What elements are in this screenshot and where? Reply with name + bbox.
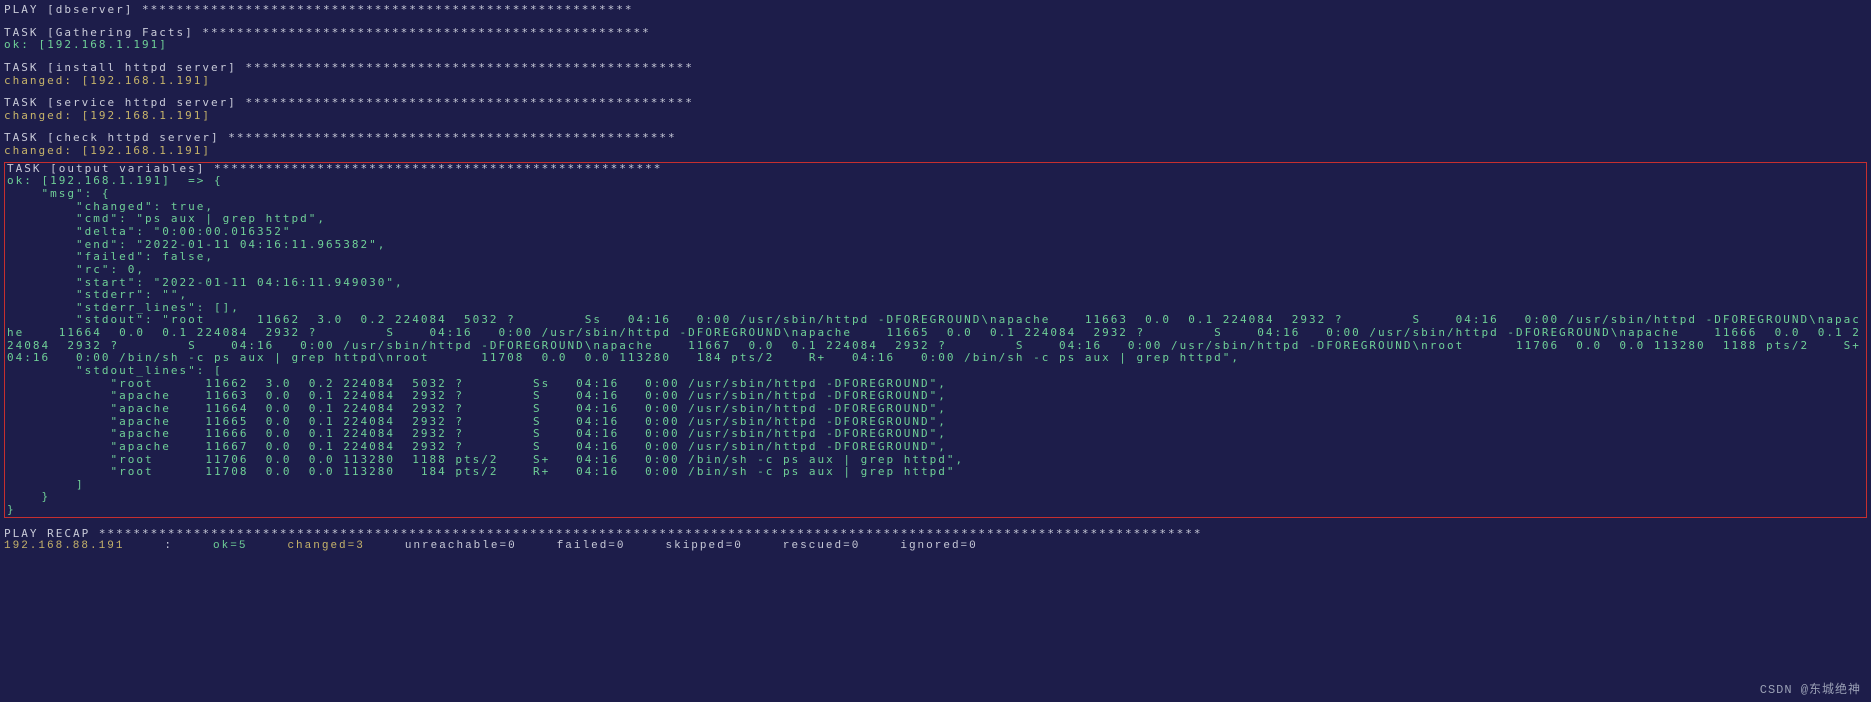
task-install-result: changed: [192.168.1.191]	[4, 75, 1867, 88]
msg-close: }	[7, 491, 1864, 504]
task-gather-header: TASK [Gathering Facts] *****************…	[4, 27, 1867, 40]
recap-ok: ok=5	[213, 540, 247, 553]
watermark-text: CSDN @东城绝神	[1760, 684, 1861, 698]
output-variables-block: TASK [output variables] ****************…	[4, 162, 1867, 518]
kv-stderr: "stderr": "",	[7, 289, 1864, 302]
ok-line: ok: [192.168.1.191] => {	[7, 175, 1864, 188]
terminal-output: PLAY [dbserver] ************************…	[0, 0, 1871, 573]
kv-stdout: "stdout": "root 11662 3.0 0.2 224084 503…	[7, 314, 1864, 365]
kv-delta: "delta": "0:00:00.016352"	[7, 226, 1864, 239]
asterisks: ****************************************…	[142, 3, 634, 16]
recap-unreachable: unreachable=0	[405, 540, 517, 553]
stdout-line: "apache 11664 0.0 0.1 224084 2932 ? S 04…	[7, 403, 1864, 416]
recap-host: 192.168.88.191	[4, 540, 124, 553]
play-header: PLAY [dbserver] ************************…	[4, 4, 1867, 17]
play-label: PLAY [dbserver]	[4, 3, 133, 16]
recap-skipped: skipped=0	[666, 540, 743, 553]
recap-changed: changed=3	[287, 540, 364, 553]
play-recap-header: PLAY RECAP *****************************…	[4, 528, 1867, 541]
stdout-line: "apache 11667 0.0 0.1 224084 2932 ? S 04…	[7, 441, 1864, 454]
task-install-header: TASK [install httpd server] ************…	[4, 62, 1867, 75]
recap-rescued: rescued=0	[783, 540, 860, 553]
task-service-header: TASK [service httpd server] ************…	[4, 97, 1867, 110]
play-recap-line: 192.168.88.191 : ok=5 changed=3 unreacha…	[4, 540, 1867, 553]
stdout-line: "apache 11666 0.0 0.1 224084 2932 ? S 04…	[7, 428, 1864, 441]
task-check-result: changed: [192.168.1.191]	[4, 145, 1867, 158]
recap-failed: failed=0	[557, 540, 626, 553]
kv-failed: "failed": false,	[7, 251, 1864, 264]
task-service-result: changed: [192.168.1.191]	[4, 110, 1867, 123]
root-close: }	[7, 504, 1864, 517]
kv-end: "end": "2022-01-11 04:16:11.965382",	[7, 239, 1864, 252]
stdout-line: "root 11708 0.0 0.0 113280 184 pts/2 R+ …	[7, 466, 1864, 479]
kv-stdout-lines: "stdout_lines": [	[7, 365, 1864, 378]
recap-colon: :	[164, 540, 173, 553]
kv-start: "start": "2022-01-11 04:16:11.949030",	[7, 277, 1864, 290]
task-check-header: TASK [check httpd server] **************…	[4, 132, 1867, 145]
task-output-header: TASK [output variables] ****************…	[7, 163, 1864, 176]
recap-ignored: ignored=0	[900, 540, 977, 553]
kv-rc: "rc": 0,	[7, 264, 1864, 277]
task-gather-result: ok: [192.168.1.191]	[4, 39, 1867, 52]
stdout-lines-close: ]	[7, 479, 1864, 492]
msg-key: "msg": {	[7, 188, 1864, 201]
